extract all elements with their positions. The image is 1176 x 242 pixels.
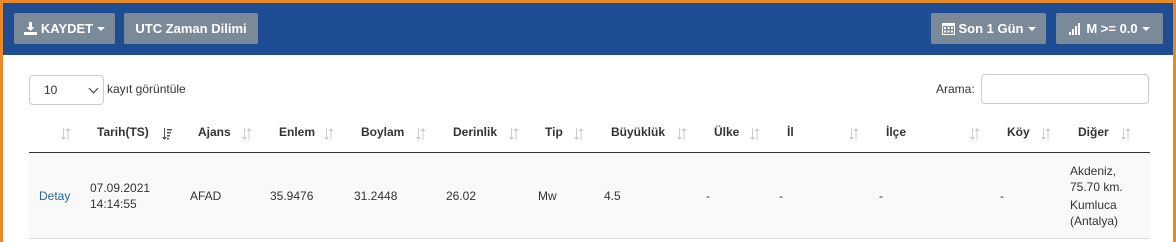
sort-both-icon bbox=[416, 128, 426, 140]
chevron-down-icon bbox=[1027, 26, 1036, 31]
sort-both-icon bbox=[970, 128, 980, 140]
save-button[interactable]: KAYDET bbox=[14, 13, 115, 44]
save-button-label: KAYDET bbox=[40, 21, 94, 36]
sort-both-icon bbox=[509, 128, 519, 140]
column-header-latitude[interactable]: Enlem bbox=[279, 125, 315, 139]
cell-latitude: 35.9476 bbox=[270, 189, 314, 203]
magnitude-filter-dropdown[interactable]: M >= 0.0 bbox=[1056, 13, 1163, 44]
sort-both-icon bbox=[1121, 128, 1131, 140]
search-label: Arama: bbox=[936, 82, 975, 96]
utc-timezone-label: UTC Zaman Dilimi bbox=[135, 21, 247, 36]
chevron-down-icon bbox=[97, 26, 106, 31]
sort-both-icon bbox=[677, 128, 687, 140]
cell-agency: AFAD bbox=[190, 189, 222, 203]
sort-both-icon bbox=[849, 128, 859, 140]
cell-time: 14:14:55 bbox=[90, 197, 137, 211]
cell-other-line: 75.70 km. bbox=[1070, 180, 1123, 194]
sort-both-icon bbox=[1041, 128, 1051, 140]
signal-bars-icon bbox=[1069, 23, 1081, 35]
cell-longitude: 31.2448 bbox=[354, 189, 398, 203]
cell-other-line: (Antalya) bbox=[1070, 214, 1119, 228]
cell-type: Mw bbox=[538, 189, 557, 203]
table-row-divider bbox=[29, 238, 1150, 239]
cell-date: 07.09.2021 bbox=[90, 181, 151, 195]
column-header-district[interactable]: İlçe bbox=[886, 125, 906, 139]
search-input[interactable] bbox=[981, 74, 1149, 104]
sort-both-icon bbox=[242, 128, 252, 140]
cell-district: - bbox=[879, 189, 883, 203]
cell-country: - bbox=[706, 189, 710, 203]
column-header-province[interactable]: İl bbox=[787, 125, 794, 139]
cell-other-line: Kumluca bbox=[1070, 198, 1117, 212]
top-navbar: KAYDET UTC Zaman Dilimi Son 1 Gün M >= 0… bbox=[3, 3, 1173, 55]
utc-timezone-button[interactable]: UTC Zaman Dilimi bbox=[124, 13, 258, 44]
column-header-type[interactable]: Tip bbox=[545, 125, 563, 139]
cell-magnitude: 4.5 bbox=[604, 189, 621, 203]
page-length-suffix: kayıt görüntüle bbox=[107, 82, 186, 96]
column-header-magnitude[interactable]: Büyüklük bbox=[611, 125, 665, 139]
sort-both-icon bbox=[574, 128, 584, 140]
magnitude-filter-label: M >= 0.0 bbox=[1086, 21, 1138, 36]
sort-desc-icon bbox=[162, 128, 172, 140]
period-dropdown[interactable]: Son 1 Gün bbox=[931, 13, 1046, 44]
column-header-date[interactable]: Tarih(TS) bbox=[97, 125, 149, 139]
column-header-village[interactable]: Köy bbox=[1007, 125, 1030, 139]
column-header-other[interactable]: Diğer bbox=[1078, 125, 1109, 139]
calendar-icon bbox=[941, 23, 955, 35]
column-header-country[interactable]: Ülke bbox=[714, 125, 739, 139]
download-icon bbox=[23, 22, 37, 35]
period-label: Son 1 Gün bbox=[958, 21, 1024, 36]
sort-both-icon bbox=[61, 128, 71, 140]
detail-link[interactable]: Detay bbox=[39, 188, 70, 204]
column-header-agency[interactable]: Ajans bbox=[198, 125, 231, 139]
cell-village: - bbox=[1000, 189, 1004, 203]
chevron-down-icon bbox=[1141, 26, 1150, 31]
cell-depth: 26.02 bbox=[446, 189, 477, 203]
cell-province: - bbox=[779, 189, 783, 203]
page-length-value: 10 bbox=[44, 83, 58, 97]
page-length-select[interactable]: 10 bbox=[29, 75, 104, 105]
column-header-longitude[interactable]: Boylam bbox=[361, 125, 404, 139]
content-panel: 10 kayıt görüntüle Arama: Tarih(TS) Ajan… bbox=[3, 55, 1173, 242]
sort-both-icon bbox=[324, 128, 334, 140]
cell-other-line: Akdeniz, bbox=[1070, 164, 1117, 178]
chevron-down-icon bbox=[88, 83, 99, 94]
column-header-depth[interactable]: Derinlik bbox=[453, 125, 497, 139]
sort-both-icon bbox=[750, 128, 760, 140]
